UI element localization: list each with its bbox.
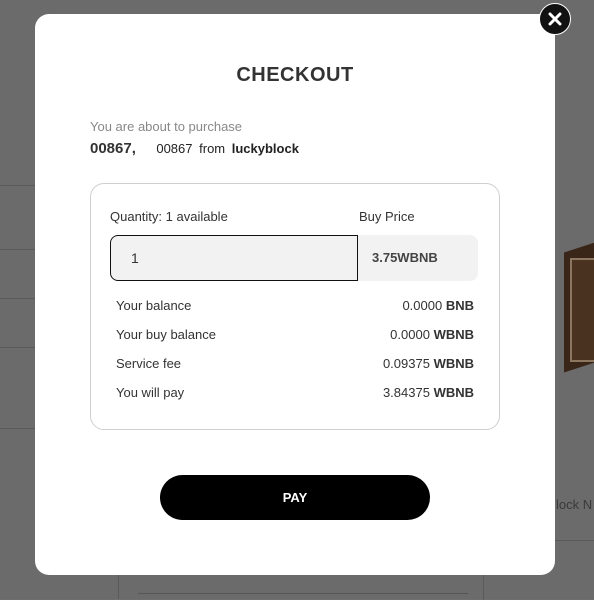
summary-value: 3.84375 WBNB [382, 385, 474, 400]
checkout-card: Quantity: 1 available Buy Price 3.75WBNB… [90, 183, 500, 430]
summary-label: Your balance [116, 298, 192, 313]
from-label: from [199, 141, 226, 156]
purchase-subtitle: You are about to purchase [90, 119, 243, 134]
background-divider [0, 428, 36, 429]
seller-name[interactable]: luckyblock [232, 141, 299, 156]
quantity-label: Quantity: 1 available [110, 209, 228, 224]
background-divider [0, 185, 36, 186]
checkout-modal: CHECKOUT You are about to purchase 00867… [35, 14, 555, 575]
background-divider [138, 593, 468, 594]
background-divider [0, 298, 36, 299]
quantity-price-row: 3.75WBNB [110, 235, 478, 281]
background-card-title: lock N [556, 497, 593, 512]
summary-value: 0.09375 WBNB [382, 356, 474, 371]
summary-label: Service fee [116, 356, 182, 371]
background-divider [0, 347, 36, 348]
modal-title: CHECKOUT [236, 64, 354, 86]
background-card [118, 575, 484, 599]
close-icon [548, 12, 562, 26]
background-divider [0, 249, 36, 250]
item-description: 00867, 00867 from luckyblock [90, 140, 299, 158]
buy-price-label: Buy Price [359, 209, 415, 224]
summary-row-buy-balance: Your buy balance 0.0000 WBNB [116, 325, 474, 354]
summary-row-balance: Your balance 0.0000 BNB [116, 296, 474, 325]
summary-row-service-fee: Service fee 0.09375 WBNB [116, 354, 474, 383]
buy-price-value: 3.75WBNB [372, 250, 438, 265]
summary-value: 0.0000 WBNB [390, 327, 474, 342]
summary-row-total: You will pay 3.84375 WBNB [116, 383, 474, 412]
summary-list: Your balance 0.0000 BNB Your buy balance… [116, 296, 474, 412]
summary-label: Your buy balance [116, 327, 216, 342]
background-product-image [556, 228, 594, 396]
summary-value: 0.0000 BNB [402, 298, 474, 313]
close-button[interactable] [539, 3, 571, 35]
item-number: 00867, [90, 140, 136, 157]
pay-button[interactable]: PAY [160, 475, 430, 520]
summary-label: You will pay [116, 385, 185, 400]
quantity-input[interactable] [110, 235, 358, 281]
item-name: 00867 [156, 141, 193, 156]
